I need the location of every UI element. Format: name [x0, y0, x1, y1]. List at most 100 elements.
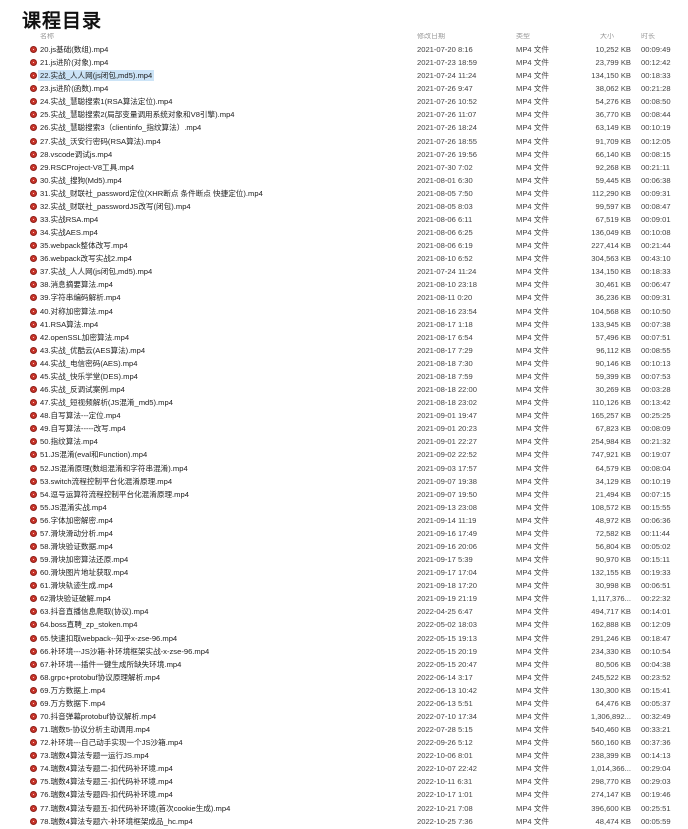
file-row[interactable]: 71.瑞数5-协议分析主动调用.mp4 2022-07-28 5:15 MP4 文件… — [0, 723, 688, 736]
file-row[interactable]: 62滑块验证破解.mp4 2021-09-19 21:19 MP4 文件 1,117,… — [0, 592, 688, 605]
file-row[interactable]: 55.JS混淆实战.mp4 2021-09-13 23:08 MP4 文件 108,5… — [0, 501, 688, 514]
file-name[interactable]: 51.JS混淆(eval和Function).mp4 — [38, 449, 149, 460]
file-name[interactable]: 41.RSA算法.mp4 — [38, 319, 100, 330]
file-name[interactable]: 72.补环境---自己动手实现一个JS沙箱.mp4 — [38, 737, 185, 748]
file-row[interactable]: 70.抖音弹幕protobuf协议解析.mp4 2022-07-10 17:34 M… — [0, 710, 688, 723]
file-row[interactable]: 54.逗号运算符流程控制平台化混淆原理.mp4 2021-09-07 19:50 M… — [0, 488, 688, 501]
file-name[interactable]: 24.实战_慧聪搜索1(RSA算法定位).mp4 — [38, 96, 175, 107]
file-row[interactable]: 31.实战_财联社_password定位(XHR断点 条件断点 快捷定位).mp… — [0, 187, 688, 200]
file-row[interactable]: 37.实战_人人网(js闭包,md5).mp4 2021-07-24 11:24 M… — [0, 265, 688, 278]
file-row[interactable]: 60.滑块图片地址获取.mp4 2021-09-17 17:04 MP4 文件 132… — [0, 566, 688, 579]
file-row[interactable]: 59.滑块加密算法还原.mp4 2021-09-17 5:39 MP4 文件 90,9… — [0, 553, 688, 566]
file-row[interactable]: 26.实战_慧聪搜索3（clientinfo_指纹算法）.mp4 2021-07-… — [0, 121, 688, 134]
file-name[interactable]: 28.vscode调试js.mp4 — [38, 149, 114, 160]
file-name[interactable]: 53.switch流程控制平台化混淆原理.mp4 — [38, 476, 174, 487]
file-name[interactable]: 63.抖音直播信息爬取(协议).mp4 — [38, 606, 150, 617]
file-name[interactable]: 50.指纹算法.mp4 — [38, 436, 100, 447]
file-name[interactable]: 61.滑块轨迹生成.mp4 — [38, 580, 115, 591]
file-row[interactable]: 56.字体加密解密.mp4 2021-09-14 11:19 MP4 文件 48,97… — [0, 514, 688, 527]
file-row[interactable]: 51.JS混淆(eval和Function).mp4 2021-09-02 22:… — [0, 448, 688, 461]
file-row[interactable]: 48.自写算法---定位.mp4 2021-09-01 19:47 MP4 文件 16… — [0, 409, 688, 422]
file-name[interactable]: 40.对称加密算法.mp4 — [38, 306, 115, 317]
file-row[interactable]: 22.实战_人人网(js闭包,md5).mp4 2021-07-24 11:24 M… — [0, 69, 688, 82]
file-row[interactable]: 44.实战_电信密码(AES).mp4 2021-08-18 7:30 MP4 文件… — [0, 357, 688, 370]
file-row[interactable]: 64.boss直聘_zp_stoken.mp4 2022-05-02 18:03 M… — [0, 618, 688, 631]
file-row[interactable]: 47.实战_短视频解析(JS混淆_md5).mp4 2021-08-18 23:0… — [0, 396, 688, 409]
file-name[interactable]: 49.自写算法-----改写.mp4 — [38, 423, 128, 434]
file-name[interactable]: 64.boss直聘_zp_stoken.mp4 — [38, 619, 140, 630]
file-name[interactable]: 69.万方数据下.mp4 — [38, 698, 107, 709]
file-row[interactable]: 24.实战_慧聪搜索1(RSA算法定位).mp4 2021-07-26 10:52… — [0, 95, 688, 108]
file-row[interactable]: 42.openSSL加密算法.mp4 2021-08-17 6:54 MP4 文件 5… — [0, 331, 688, 344]
file-name[interactable]: 43.实战_优酷云(AES算法).mp4 — [38, 345, 147, 356]
file-name[interactable]: 33.实战RSA.mp4 — [38, 214, 100, 225]
file-name[interactable]: 44.实战_电信密码(AES).mp4 — [38, 358, 139, 369]
file-name[interactable]: 26.实战_慧聪搜索3（clientinfo_指纹算法）.mp4 — [38, 122, 203, 133]
file-name[interactable]: 47.实战_短视频解析(JS混淆_md5).mp4 — [38, 397, 175, 408]
file-name[interactable]: 23.js进阶(函数).mp4 — [38, 83, 110, 94]
file-row[interactable]: 67.补环境---插件一键生成所缺失环境.mp4 2022-05-15 20:47… — [0, 658, 688, 671]
file-name[interactable]: 25.实战_慧聪搜索2(局部变量调用系统对象和V8引擎).mp4 — [38, 109, 237, 120]
file-name[interactable]: 65.快速扣取webpack--知乎x-zse-96.mp4 — [38, 633, 179, 644]
file-name[interactable]: 70.抖音弹幕protobuf协议解析.mp4 — [38, 711, 158, 722]
file-row[interactable]: 76.瑞数4算法专题四-扣代码补环境.mp4 2022-10-17 1:01 MP4… — [0, 788, 688, 801]
file-row[interactable]: 53.switch流程控制平台化混淆原理.mp4 2021-09-07 19:38… — [0, 475, 688, 488]
file-row[interactable]: 78.瑞数4算法专题六-补环境框架成品_hc.mp4 2022-10-25 7:3… — [0, 815, 688, 828]
file-row[interactable]: 36.webpack改写实战2.mp4 2021-08-10 6:52 MP4 文件… — [0, 252, 688, 265]
file-name[interactable]: 75.瑞数4算法专题三-扣代码补环境.mp4 — [38, 776, 175, 787]
file-row[interactable]: 35.webpack整体改写.mp4 2021-08-06 6:19 MP4 文件 2… — [0, 239, 688, 252]
file-row[interactable]: 77.瑞数4算法专题五-扣代码补环境(首次cookie生成).mp4 2022-1… — [0, 802, 688, 815]
file-name[interactable]: 48.自写算法---定位.mp4 — [38, 410, 123, 421]
file-name[interactable]: 27.实战_沃安行密码(RSA算法).mp4 — [38, 136, 163, 147]
file-name[interactable]: 78.瑞数4算法专题六-补环境框架成品_hc.mp4 — [38, 816, 195, 827]
file-row[interactable]: 63.抖音直播信息爬取(协议).mp4 2022-04-25 6:47 MP4 文件… — [0, 605, 688, 618]
file-name[interactable]: 37.实战_人人网(js闭包,md5).mp4 — [38, 266, 154, 277]
file-row[interactable]: 28.vscode调试js.mp4 2021-07-26 19:56 MP4 文件 6… — [0, 148, 688, 161]
file-row[interactable]: 46.实战_反调试案例.mp4 2021-08-18 22:00 MP4 文件 30,… — [0, 383, 688, 396]
header-size[interactable]: 大小 — [600, 33, 614, 41]
file-row[interactable]: 65.快速扣取webpack--知乎x-zse-96.mp4 2022-05-15… — [0, 632, 688, 645]
file-row[interactable]: 20.js基础(数组).mp4 2021-07-20 8:16 MP4 文件 10,2… — [0, 43, 688, 56]
file-row[interactable]: 21.js进阶(对象).mp4 2021-07-23 18:59 MP4 文件 23,… — [0, 56, 688, 69]
file-row[interactable]: 72.补环境---自己动手实现一个JS沙箱.mp4 2022-09-26 5:12… — [0, 736, 688, 749]
file-name[interactable]: 35.webpack整体改写.mp4 — [38, 240, 130, 251]
file-row[interactable]: 57.滑块滑动分析.mp4 2021-09-16 17:49 MP4 文件 72,58… — [0, 527, 688, 540]
header-duration[interactable]: 时长 — [641, 33, 655, 41]
file-name[interactable]: 77.瑞数4算法专题五-扣代码补环境(首次cookie生成).mp4 — [38, 803, 232, 814]
file-name[interactable]: 67.补环境---插件一键生成所缺失环境.mp4 — [38, 659, 183, 670]
file-row[interactable]: 74.瑞数4算法专题二-扣代码补环境.mp4 2022-10-07 22:42 MP… — [0, 762, 688, 775]
file-name[interactable]: 74.瑞数4算法专题二-扣代码补环境.mp4 — [38, 763, 175, 774]
file-row[interactable]: 25.实战_慧聪搜索2(局部变量调用系统对象和V8引擎).mp4 2021-07-… — [0, 108, 688, 121]
file-row[interactable]: 39.字符串编码解析.mp4 2021-08-11 0:20 MP4 文件 36,23… — [0, 291, 688, 304]
file-name[interactable]: 30.实战_搜狗(Md5).mp4 — [38, 175, 124, 186]
file-name[interactable]: 76.瑞数4算法专题四-扣代码补环境.mp4 — [38, 789, 175, 800]
file-row[interactable]: 75.瑞数4算法专题三-扣代码补环境.mp4 2022-10-11 6:31 MP4… — [0, 775, 688, 788]
file-name[interactable]: 32.实战_财联社_passwordJS改写(闭包).mp4 — [38, 201, 193, 212]
file-name[interactable]: 39.字符串编码解析.mp4 — [38, 292, 123, 303]
file-row[interactable]: 50.指纹算法.mp4 2021-09-01 22:27 MP4 文件 254,984… — [0, 435, 688, 448]
file-name[interactable]: 21.js进阶(对象).mp4 — [38, 57, 110, 68]
file-row[interactable]: 58.滑块验证数据.mp4 2021-09-16 20:06 MP4 文件 56,80… — [0, 540, 688, 553]
file-row[interactable]: 61.滑块轨迹生成.mp4 2021-09-18 17:20 MP4 文件 30,99… — [0, 579, 688, 592]
file-row[interactable]: 69.万方数据下.mp4 2022-06-13 5:51 MP4 文件 64,476 … — [0, 697, 688, 710]
file-row[interactable]: 33.实战RSA.mp4 2021-08-06 6:11 MP4 文件 67,519 … — [0, 213, 688, 226]
header-name[interactable]: 名称 — [40, 33, 54, 41]
file-row[interactable]: 45.实战_快乐学堂(DES).mp4 2021-08-18 7:59 MP4 文件… — [0, 370, 688, 383]
file-row[interactable]: 27.实战_沃安行密码(RSA算法).mp4 2021-07-26 18:55 MP… — [0, 135, 688, 148]
file-name[interactable]: 55.JS混淆实战.mp4 — [38, 502, 109, 513]
file-name[interactable]: 58.滑块验证数据.mp4 — [38, 541, 115, 552]
file-name[interactable]: 34.实战AES.mp4 — [38, 227, 100, 238]
file-row[interactable]: 29.RSCProject-V8工具.mp4 2021-07-30 7:02 MP4… — [0, 161, 688, 174]
file-row[interactable]: 52.JS混淆原理(数组混淆和字符串混淆).mp4 2021-09-03 17:5… — [0, 462, 688, 475]
file-name[interactable]: 29.RSCProject-V8工具.mp4 — [38, 162, 136, 173]
file-row[interactable]: 32.实战_财联社_passwordJS改写(闭包).mp4 2021-08-05… — [0, 200, 688, 213]
file-row[interactable]: 34.实战AES.mp4 2021-08-06 6:25 MP4 文件 136,049… — [0, 226, 688, 239]
file-name[interactable]: 56.字体加密解密.mp4 — [38, 515, 115, 526]
file-row[interactable]: 49.自写算法-----改写.mp4 2021-09-01 20:23 MP4 文件… — [0, 422, 688, 435]
file-name[interactable]: 59.滑块加密算法还原.mp4 — [38, 554, 130, 565]
file-name[interactable]: 46.实战_反调试案例.mp4 — [38, 384, 127, 395]
file-row[interactable]: 40.对称加密算法.mp4 2021-08-16 23:54 MP4 文件 104,5… — [0, 305, 688, 318]
file-name[interactable]: 31.实战_财联社_password定位(XHR断点 条件断点 快捷定位).mp… — [38, 188, 265, 199]
file-row[interactable]: 66.补环境---JS沙箱-补环境框架实战-x-zse-96.mp4 2022-0… — [0, 645, 688, 658]
header-type[interactable]: 类型 — [516, 33, 530, 41]
